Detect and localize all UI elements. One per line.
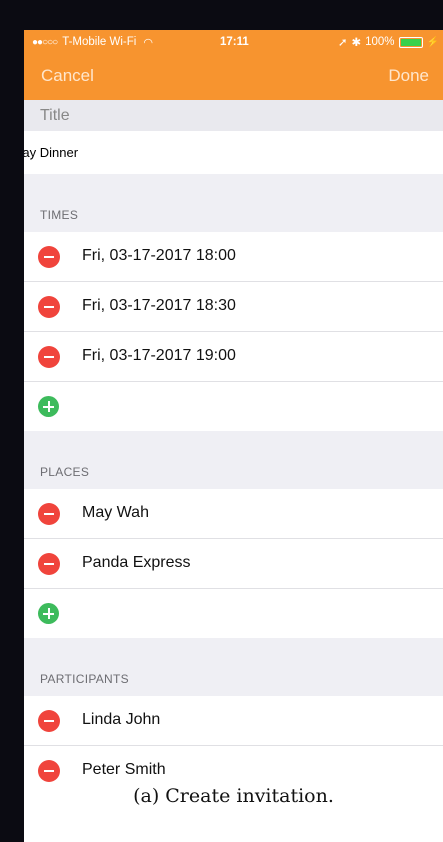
- participants-section-header: PARTICIPANTS: [24, 638, 443, 696]
- place-row[interactable]: May Wah: [24, 489, 443, 539]
- location-arrow-icon: ➚: [337, 37, 348, 49]
- title-field[interactable]: Friday Dinner: [24, 131, 443, 174]
- remove-icon[interactable]: [38, 246, 60, 268]
- participant-label: Linda John: [82, 711, 161, 728]
- participant-label: Peter Smith: [82, 761, 166, 778]
- time-row[interactable]: Fri, 03-17-2017 19:00: [24, 332, 443, 382]
- status-bar: ●●○○○ T-Mobile Wi-Fi ◠ 17:11 ➚ ✱ 100% ⚡: [32, 34, 443, 50]
- cancel-button[interactable]: Cancel: [41, 66, 94, 86]
- top-bar: ●●○○○ T-Mobile Wi-Fi ◠ 17:11 ➚ ✱ 100% ⚡ …: [24, 30, 443, 100]
- title-label: Title: [24, 100, 443, 131]
- add-icon[interactable]: [38, 396, 59, 417]
- places-section: May Wah Panda Express: [24, 489, 443, 638]
- signal-strength-icon: ●●○○○: [32, 36, 58, 48]
- place-row[interactable]: Panda Express: [24, 539, 443, 589]
- remove-icon[interactable]: [38, 503, 60, 525]
- time-row[interactable]: Fri, 03-17-2017 18:00: [24, 232, 443, 282]
- times-section: Fri, 03-17-2017 18:00 Fri, 03-17-2017 18…: [24, 232, 443, 431]
- participants-header-label: PARTICIPANTS: [40, 672, 129, 686]
- add-icon[interactable]: [38, 603, 59, 624]
- navigation-bar: Cancel Done: [24, 63, 443, 89]
- time-label: Fri, 03-17-2017 18:00: [82, 247, 236, 264]
- place-label: Panda Express: [82, 554, 191, 571]
- remove-icon[interactable]: [38, 760, 60, 782]
- place-label: May Wah: [82, 504, 149, 521]
- status-time: 17:11: [220, 36, 249, 48]
- done-button[interactable]: Done: [388, 66, 429, 86]
- create-invitation-screen: ●●○○○ T-Mobile Wi-Fi ◠ 17:11 ➚ ✱ 100% ⚡ …: [24, 30, 443, 842]
- places-section-header: PLACES: [24, 431, 443, 489]
- remove-icon[interactable]: [38, 296, 60, 318]
- places-header-label: PLACES: [40, 465, 90, 479]
- figure-caption: (a) Create invitation.: [133, 785, 334, 807]
- times-section-header: TIMES: [24, 174, 443, 232]
- participants-section: Linda John Peter Smith: [24, 696, 443, 795]
- add-time-row[interactable]: [24, 382, 443, 431]
- times-header-label: TIMES: [40, 208, 79, 222]
- remove-icon[interactable]: [38, 346, 60, 368]
- remove-icon[interactable]: [38, 553, 60, 575]
- time-label: Fri, 03-17-2017 18:30: [82, 297, 236, 314]
- carrier-name: T-Mobile Wi-Fi: [62, 36, 137, 48]
- battery-percent: 100%: [365, 36, 395, 48]
- title-value: Friday Dinner: [24, 145, 79, 160]
- wifi-icon: ◠: [143, 36, 153, 49]
- remove-icon[interactable]: [38, 710, 60, 732]
- time-row[interactable]: Fri, 03-17-2017 18:30: [24, 282, 443, 332]
- bluetooth-icon: ✱: [351, 37, 362, 49]
- time-label: Fri, 03-17-2017 19:00: [82, 347, 236, 364]
- charging-icon: ⚡: [426, 36, 439, 48]
- battery-icon: [398, 36, 423, 48]
- add-place-row[interactable]: [24, 589, 443, 638]
- participant-row[interactable]: Linda John: [24, 696, 443, 746]
